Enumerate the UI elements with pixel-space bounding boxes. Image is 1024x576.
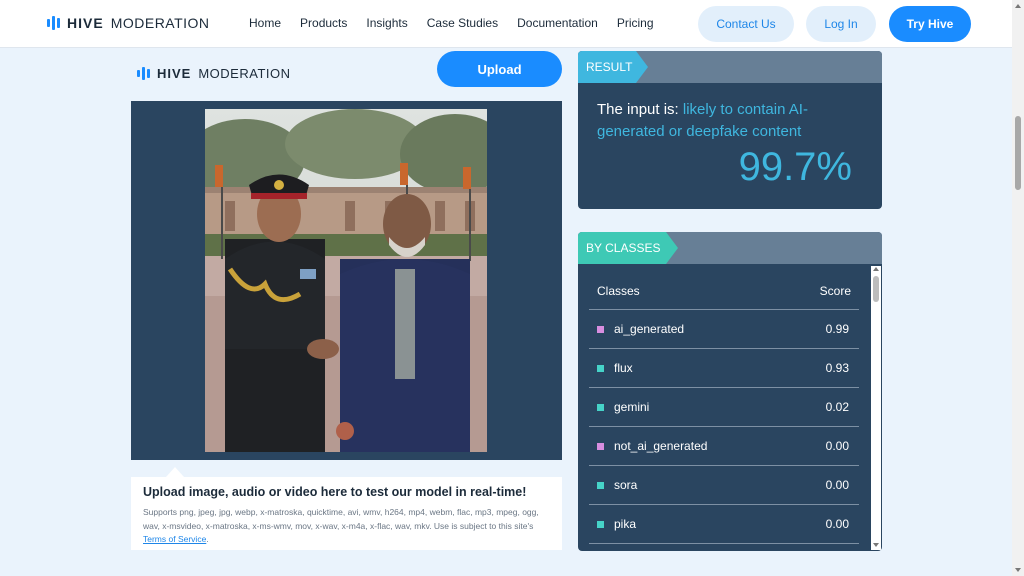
caption-title: Upload image, audio or video here to tes… bbox=[143, 485, 527, 499]
nav-link-home[interactable]: Home bbox=[249, 16, 281, 30]
class-name: flux bbox=[614, 361, 633, 375]
class-name: gemini bbox=[614, 400, 650, 414]
class-score: 0.02 bbox=[825, 400, 849, 414]
page-scroll-up-icon[interactable] bbox=[1015, 4, 1021, 8]
class-color-swatch bbox=[597, 403, 604, 411]
contact-us-button[interactable]: Contact Us bbox=[698, 6, 794, 42]
try-hive-button[interactable]: Try Hive bbox=[889, 6, 971, 42]
class-row: pika 0.00 bbox=[589, 504, 859, 543]
logo-text-light: MODERATION bbox=[198, 66, 291, 81]
classes-scrollbar[interactable] bbox=[871, 266, 881, 550]
logo-text-light: MODERATION bbox=[110, 15, 210, 31]
hive-logo-icon bbox=[137, 67, 150, 80]
scroll-down-arrow-icon[interactable] bbox=[873, 543, 879, 547]
class-color-swatch bbox=[597, 481, 604, 489]
column-classes: Classes bbox=[597, 284, 640, 298]
class-name: not_ai_generated bbox=[614, 439, 708, 453]
class-row: gemini 0.02 bbox=[589, 387, 859, 426]
class-row-partial bbox=[589, 543, 859, 551]
classes-table: ai_generated 0.99 flux 0.93 gemini 0.02 not… bbox=[589, 309, 859, 551]
demo-logo: HIVE MODERATION bbox=[137, 66, 291, 81]
page-scroll-down-icon[interactable] bbox=[1015, 568, 1021, 572]
top-nav: HIVE MODERATION Home Products Insights C… bbox=[0, 0, 1012, 48]
class-color-swatch bbox=[597, 325, 604, 333]
class-score: 0.93 bbox=[825, 361, 849, 375]
image-preview-panel bbox=[131, 101, 562, 460]
supported-formats: Supports png, jpeg, jpg, webp, x-matrosk… bbox=[143, 507, 539, 531]
by-classes-tag: BY CLASSES bbox=[578, 232, 678, 264]
class-row: not_ai_generated 0.00 bbox=[589, 426, 859, 465]
class-score: 0.00 bbox=[825, 517, 849, 531]
log-in-button[interactable]: Log In bbox=[806, 6, 876, 42]
class-name: sora bbox=[614, 478, 638, 492]
scroll-up-arrow-icon[interactable] bbox=[873, 267, 879, 271]
supported-formats-text: Supports png, jpeg, jpg, webp, x-matrosk… bbox=[143, 506, 555, 547]
caption-pointer bbox=[166, 467, 184, 477]
classes-table-header: Classes Score bbox=[597, 284, 851, 298]
logo-text-bold: HIVE bbox=[67, 15, 104, 31]
class-row: ai_generated 0.99 bbox=[589, 309, 859, 348]
class-score: 0.00 bbox=[825, 439, 849, 453]
class-color-swatch bbox=[597, 442, 604, 450]
class-color-swatch bbox=[597, 364, 604, 372]
page-scroll-thumb[interactable] bbox=[1015, 116, 1021, 190]
nav-link-insights[interactable]: Insights bbox=[366, 16, 407, 30]
class-name: ai_generated bbox=[614, 322, 685, 336]
nav-link-products[interactable]: Products bbox=[300, 16, 347, 30]
class-row: sora 0.00 bbox=[589, 465, 859, 504]
class-score: 0.99 bbox=[825, 322, 849, 336]
nav-link-case-studies[interactable]: Case Studies bbox=[427, 16, 498, 30]
class-row: flux 0.93 bbox=[589, 348, 859, 387]
class-score: 0.00 bbox=[825, 478, 849, 492]
result-card: RESULT The input is: likely to contain A… bbox=[578, 51, 882, 209]
column-score: Score bbox=[819, 284, 851, 298]
terms-of-service-link[interactable]: Terms of Service bbox=[143, 534, 206, 544]
nav-links: Home Products Insights Case Studies Docu… bbox=[249, 16, 673, 30]
upload-caption: Upload image, audio or video here to tes… bbox=[131, 477, 562, 550]
photo-illustration bbox=[205, 109, 487, 452]
nav-link-pricing[interactable]: Pricing bbox=[617, 16, 654, 30]
hive-logo-icon bbox=[47, 16, 60, 30]
page-scrollbar[interactable] bbox=[1012, 0, 1024, 576]
classes-scroll-thumb[interactable] bbox=[873, 276, 879, 302]
result-tag: RESULT bbox=[578, 51, 648, 83]
classes-card: BY CLASSES Classes Score ai_generated 0.9… bbox=[578, 232, 882, 551]
class-color-swatch bbox=[597, 520, 604, 528]
result-score: 99.7% bbox=[738, 145, 852, 189]
upload-button[interactable]: Upload bbox=[437, 51, 562, 87]
hive-logo[interactable]: HIVE MODERATION bbox=[47, 15, 210, 31]
nav-link-documentation[interactable]: Documentation bbox=[517, 16, 598, 30]
caption-end: . bbox=[206, 534, 209, 544]
class-name: pika bbox=[614, 517, 637, 531]
uploaded-photo bbox=[205, 109, 487, 452]
logo-text-bold: HIVE bbox=[157, 66, 192, 81]
result-prefix: The input is: bbox=[597, 101, 683, 118]
result-text: The input is: likely to contain AI-gener… bbox=[597, 99, 857, 143]
